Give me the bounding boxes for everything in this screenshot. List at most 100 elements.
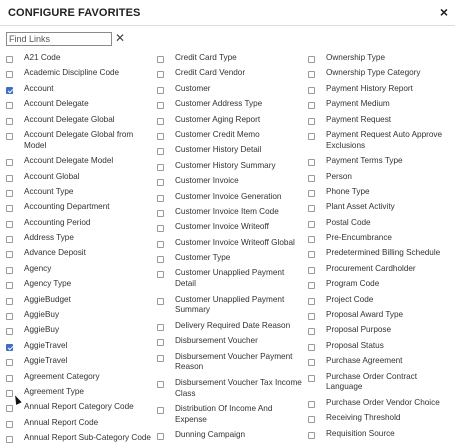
checkbox-unchecked[interactable] (308, 400, 315, 408)
favorite-link-item[interactable]: Distribution Of Income And Expense (157, 404, 305, 426)
favorite-link-item[interactable]: Project Code (308, 295, 455, 306)
favorite-link-label[interactable]: Disbursement Voucher (175, 336, 258, 347)
favorite-link-item[interactable]: Program Code (308, 279, 455, 290)
favorite-link-label[interactable]: Ownership Type (326, 53, 385, 64)
checkbox-unchecked[interactable] (6, 71, 13, 79)
checkbox-unchecked[interactable] (157, 148, 164, 156)
checkbox-unchecked[interactable] (157, 271, 164, 279)
favorite-link-item[interactable]: Accounting Period (6, 218, 154, 229)
checkbox-unchecked[interactable] (6, 236, 13, 244)
checkbox-unchecked[interactable] (157, 179, 164, 187)
favorite-link-label[interactable]: Account Delegate Global from Model (24, 130, 154, 152)
favorite-link-label[interactable]: Advance Deposit (24, 248, 86, 259)
favorite-link-label[interactable]: Customer Invoice Item Code (175, 207, 279, 218)
favorite-link-label[interactable]: Disbursement Voucher Payment Reason (175, 352, 305, 374)
favorite-link-item[interactable]: Account Delegate Model (6, 156, 154, 167)
favorite-link-item[interactable]: Customer Invoice Writeoff Global (157, 238, 305, 249)
favorite-link-item[interactable]: Procurement Cardholder (308, 264, 455, 275)
favorite-link-label[interactable]: Proposal Status (326, 341, 384, 352)
favorite-link-item[interactable]: Account Type (6, 187, 154, 198)
close-icon[interactable]: × (437, 3, 451, 21)
favorite-link-item[interactable]: Account Delegate Global (6, 115, 154, 126)
checkbox-unchecked[interactable] (308, 359, 315, 367)
favorite-link-label[interactable]: Phone Type (326, 187, 370, 198)
favorite-link-item[interactable]: Customer Aging Report (157, 115, 305, 126)
favorite-link-item[interactable]: Customer History Summary (157, 161, 305, 172)
favorite-link-item[interactable]: Payment Request Auto Approve Exclusions (308, 130, 455, 152)
favorite-link-label[interactable]: Credit Card Type (175, 53, 237, 64)
favorite-link-item[interactable]: Predetermined Billing Schedule (308, 248, 455, 259)
checkbox-unchecked[interactable] (6, 436, 13, 444)
checkbox-unchecked[interactable] (308, 117, 315, 125)
favorite-link-item[interactable]: Customer Address Type (157, 99, 305, 110)
favorite-link-item[interactable]: Customer Unapplied Payment Detail (157, 268, 305, 290)
favorite-link-label[interactable]: Address Type (24, 233, 74, 244)
favorite-link-label[interactable]: Accounting Department (24, 202, 110, 213)
favorite-link-item[interactable]: Disbursement Voucher (157, 336, 305, 347)
checkbox-unchecked[interactable] (157, 56, 164, 63)
favorite-link-label[interactable]: Payment History Report (326, 84, 413, 95)
favorite-link-label[interactable]: Customer Address Type (175, 99, 262, 110)
favorite-link-label[interactable]: Procurement Cardholder (326, 264, 416, 275)
favorite-link-label[interactable]: Customer Aging Report (175, 115, 260, 126)
favorite-link-label[interactable]: Distribution Of Income And Expense (175, 404, 305, 426)
checkbox-unchecked[interactable] (308, 174, 315, 182)
favorite-link-label[interactable]: Agreement Category (24, 372, 100, 383)
favorite-link-label[interactable]: Payment Request Auto Approve Exclusions (326, 130, 455, 152)
favorite-link-item[interactable]: Account (6, 84, 154, 95)
favorite-link-item[interactable]: Ownership Type Category (308, 68, 455, 79)
checkbox-unchecked[interactable] (157, 209, 164, 217)
favorite-link-item[interactable]: Delivery Required Date Reason (157, 321, 305, 332)
favorite-link-label[interactable]: Annual Report Sub-Category Code (24, 433, 151, 444)
favorite-link-label[interactable]: Agreement Type (24, 387, 84, 398)
favorite-link-label[interactable]: AggieTravel (24, 341, 67, 352)
favorite-link-item[interactable]: Account Delegate Global from Model (6, 130, 154, 152)
favorite-link-label[interactable]: Person (326, 172, 352, 183)
favorite-link-label[interactable]: Postal Code (326, 218, 371, 229)
favorite-link-item[interactable]: Receiving Threshold (308, 413, 455, 424)
favorite-link-label[interactable]: Accounting Period (24, 218, 90, 229)
favorite-link-label[interactable]: Project Code (326, 295, 373, 306)
favorite-link-item[interactable]: Payment Request (308, 115, 455, 126)
checkbox-unchecked[interactable] (6, 56, 13, 63)
favorite-link-label[interactable]: Pre-Encumbrance (326, 233, 392, 244)
favorite-link-item[interactable]: Credit Card Type (157, 53, 305, 64)
favorite-link-item[interactable]: Disbursement Voucher Tax Income Class (157, 378, 305, 400)
checkbox-unchecked[interactable] (308, 251, 315, 259)
favorite-link-label[interactable]: Customer Unapplied Payment Summary (175, 295, 305, 317)
checkbox-unchecked[interactable] (6, 159, 13, 167)
checkbox-unchecked[interactable] (6, 297, 13, 305)
favorite-link-item[interactable]: AggieTravel (6, 356, 154, 367)
favorite-link-label[interactable]: AggieBuy (24, 310, 59, 321)
favorite-link-label[interactable]: Purchase Agreement (326, 356, 402, 367)
checkbox-unchecked[interactable] (308, 71, 315, 79)
favorite-link-label[interactable]: Account Type (24, 187, 73, 198)
checkbox-unchecked[interactable] (157, 71, 164, 79)
favorite-link-item[interactable]: Advance Deposit (6, 248, 154, 259)
checkbox-unchecked[interactable] (6, 102, 13, 110)
checkbox-unchecked[interactable] (308, 328, 315, 336)
checkbox-unchecked[interactable] (308, 159, 315, 167)
checkbox-unchecked[interactable] (157, 256, 164, 264)
favorite-link-item[interactable]: Payment History Report (308, 84, 455, 95)
checkbox-unchecked[interactable] (6, 405, 13, 413)
checkbox-unchecked[interactable] (308, 102, 315, 110)
checkbox-unchecked[interactable] (308, 189, 315, 197)
checkbox-unchecked[interactable] (6, 189, 13, 197)
favorite-link-label[interactable]: Customer Type (175, 253, 230, 264)
checkbox-unchecked[interactable] (6, 205, 13, 213)
favorite-link-label[interactable]: Requisition Source (326, 429, 395, 440)
favorite-link-label[interactable]: Customer Invoice Generation (175, 192, 282, 203)
checkbox-unchecked[interactable] (6, 282, 13, 290)
favorite-link-label[interactable]: Delivery Required Date Reason (175, 321, 290, 332)
favorite-link-item[interactable]: Disbursement Voucher Payment Reason (157, 352, 305, 374)
favorite-link-item[interactable]: Annual Report Sub-Category Code (6, 433, 154, 444)
favorite-link-item[interactable]: Customer Invoice (157, 176, 305, 187)
favorite-link-item[interactable]: Ownership Type (308, 53, 455, 64)
checkbox-unchecked[interactable] (6, 328, 13, 336)
checkbox-unchecked[interactable] (157, 433, 164, 441)
checkbox-unchecked[interactable] (157, 339, 164, 347)
favorite-link-label[interactable]: Program Code (326, 279, 379, 290)
favorite-link-item[interactable]: Customer Unapplied Payment Summary (157, 295, 305, 317)
checkbox-checked[interactable] (6, 86, 13, 94)
